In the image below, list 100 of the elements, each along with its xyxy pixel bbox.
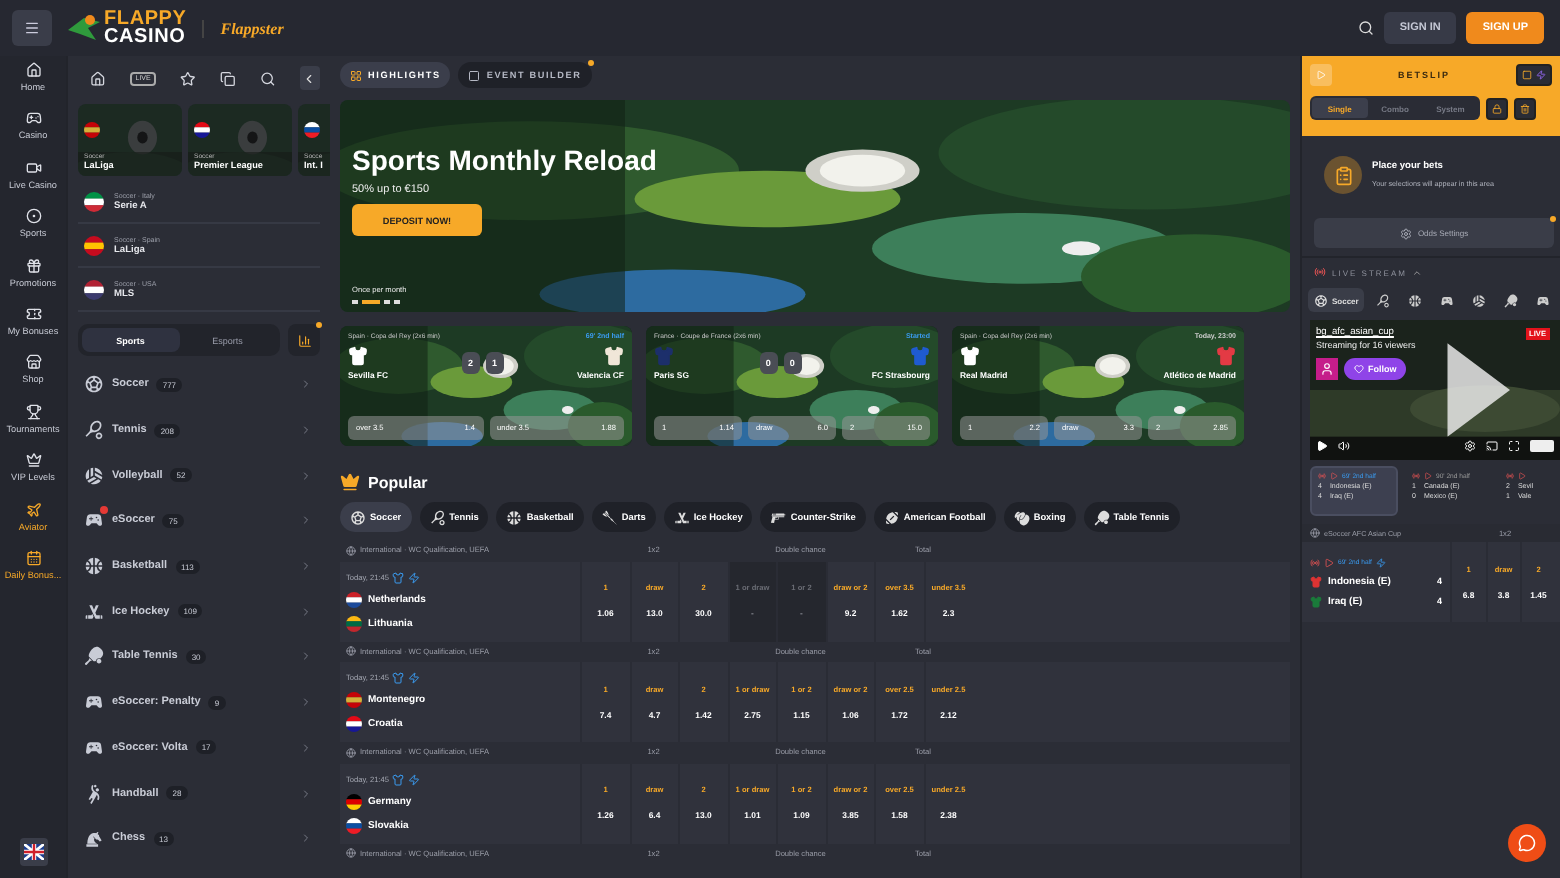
globe-icon	[346, 646, 356, 657]
shirt-icon	[654, 346, 674, 366]
lock-button[interactable]	[1486, 97, 1508, 119]
crown-icon	[340, 472, 360, 492]
globe-icon	[346, 747, 356, 758]
play-icon	[1330, 472, 1338, 480]
search-icon[interactable]	[1357, 20, 1374, 36]
bar-chart-icon	[297, 333, 311, 347]
crown-icon	[25, 452, 41, 469]
basketball-icon	[1408, 293, 1423, 307]
basketball-icon	[506, 509, 523, 525]
play-icon	[1316, 70, 1326, 80]
copy-icon[interactable]	[220, 69, 236, 87]
lightning-icon	[408, 672, 421, 684]
flag-icon	[84, 235, 104, 255]
chevron-icon	[1412, 267, 1423, 277]
home-icon[interactable]	[90, 69, 106, 87]
video-icon	[25, 159, 41, 176]
search-icon[interactable]	[259, 69, 276, 87]
section-title: Popular	[368, 473, 428, 491]
menu-button[interactable]	[12, 10, 52, 46]
tennis-icon	[84, 420, 104, 441]
bird-logo-icon	[64, 10, 104, 46]
chess-knight-icon	[84, 828, 104, 849]
trash-icon	[1520, 103, 1530, 113]
flag-icon	[346, 591, 362, 607]
chevron-icon	[300, 469, 312, 482]
flag-icon	[304, 122, 320, 138]
language-button[interactable]	[19, 838, 47, 866]
ticket-icon	[25, 305, 41, 322]
chevron-icon	[300, 424, 312, 437]
shirt-icon	[392, 773, 405, 785]
chevron-icon	[300, 741, 312, 754]
play-icon[interactable]	[1316, 440, 1328, 452]
chat-icon	[1518, 834, 1536, 852]
tennis-icon	[1376, 293, 1391, 307]
paddle-icon	[84, 646, 104, 667]
trophy-icon	[25, 403, 41, 420]
lightning-icon	[1536, 70, 1546, 80]
square-icon	[468, 69, 481, 81]
boxing-glove-icon	[1013, 509, 1030, 525]
globe-icon	[1310, 528, 1320, 538]
chevron-icon	[300, 378, 312, 391]
shirt-icon	[1215, 346, 1236, 366]
chevron-icon	[300, 696, 312, 709]
cast-icon[interactable]	[1486, 440, 1498, 452]
hockey-stick-icon	[84, 601, 104, 622]
play-icon	[1324, 557, 1334, 567]
play-icon	[1424, 472, 1432, 480]
toggle-button[interactable]	[1516, 64, 1552, 86]
gamepad-icon	[1440, 293, 1455, 307]
shirt-icon	[348, 346, 368, 366]
brand-name: FLAPPY	[104, 10, 187, 28]
calendar-icon	[25, 549, 41, 566]
lightning-icon	[408, 773, 421, 785]
broadcast-icon	[1314, 266, 1326, 278]
broadcast-icon	[1412, 472, 1420, 480]
ball-icon	[25, 208, 41, 225]
broadcast-icon	[1506, 472, 1514, 480]
broadcast-icon	[1318, 472, 1326, 480]
square-icon	[1522, 70, 1532, 80]
shirt-icon	[1310, 595, 1322, 607]
clipboard-icon	[1333, 165, 1353, 185]
flag-icon	[346, 615, 362, 631]
settings-icon[interactable]	[1464, 440, 1476, 452]
chat-button[interactable]	[1508, 824, 1546, 862]
chevron-icon	[300, 650, 312, 663]
lock-icon	[1492, 103, 1502, 113]
settings-icon	[1399, 227, 1412, 239]
flag-icon	[194, 122, 210, 138]
star-icon[interactable]	[180, 69, 197, 87]
brand-name: CASINO	[104, 28, 187, 46]
chevron-icon	[300, 832, 312, 845]
flag-icon	[346, 817, 362, 833]
globe-icon	[346, 848, 356, 859]
collapse-button[interactable]	[299, 66, 320, 90]
globe-icon	[346, 545, 356, 556]
gamepad-icon	[84, 692, 104, 713]
stats-button[interactable]	[288, 324, 320, 356]
paddle-icon	[1093, 509, 1110, 525]
menu-icon	[24, 18, 40, 38]
shirt-icon	[960, 346, 980, 366]
gamepad-icon	[1536, 293, 1551, 307]
shirt-icon	[1310, 575, 1322, 587]
chevron-icon	[302, 71, 317, 85]
flag-icon	[346, 793, 362, 809]
gamepad-icon	[25, 110, 41, 127]
chevron-icon	[300, 514, 312, 527]
handball-icon	[84, 783, 104, 804]
shirt-icon	[604, 346, 624, 366]
flag-icon	[84, 279, 104, 299]
volume-icon[interactable]	[1338, 440, 1350, 452]
delete-button[interactable]	[1514, 97, 1536, 119]
partner-logo: Flappster	[202, 19, 284, 37]
grid-icon	[350, 69, 362, 81]
play-icon	[1518, 472, 1526, 480]
store-icon	[25, 354, 41, 371]
flag-icon	[84, 122, 100, 138]
gift-icon	[25, 257, 41, 274]
chevron-icon	[300, 560, 312, 573]
